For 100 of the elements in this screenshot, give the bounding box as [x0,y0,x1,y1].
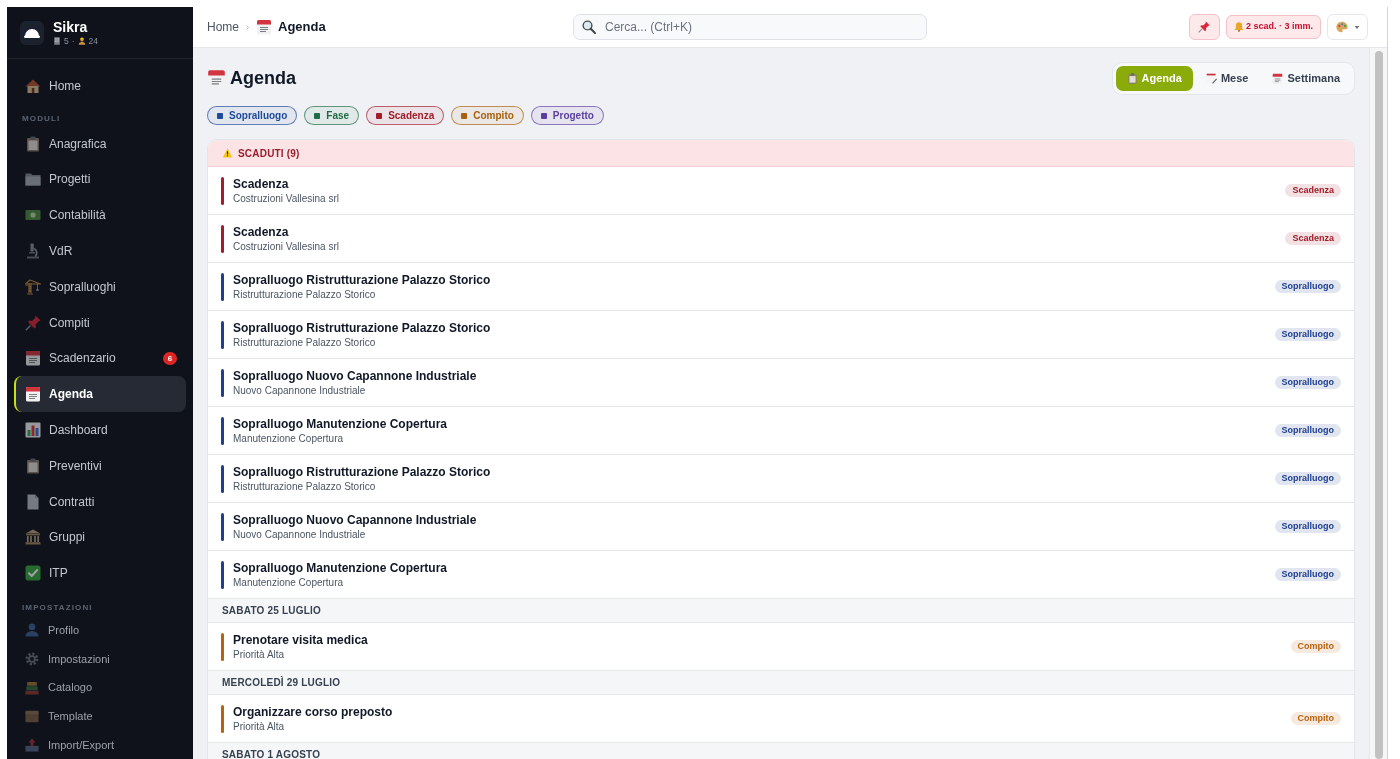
filter-chip[interactable]: Scadenza [366,106,445,125]
separator-dot: · [71,35,75,47]
clipboard-icon [25,135,41,152]
item-title: Organizzare corso preposto [233,704,394,720]
nav-item[interactable]: VdR [14,233,186,269]
item-subtitle: Ristrutturazione Palazzo Storico [233,479,377,493]
date-heading: SABATO 25 LUGLIO [208,599,1354,623]
nav-item[interactable]: Dashboard [14,412,186,448]
nav-item[interactable]: Home [14,68,186,104]
pin-button[interactable] [1188,14,1220,40]
brand-name: Sikra [53,18,89,36]
box-icon [25,709,39,724]
calendar-icon [1272,73,1284,84]
item-title: Sopralluogo Ristrutturazione Palazzo Storico [233,320,492,336]
nav-item[interactable]: Import/Export [14,730,186,759]
check-icon [25,565,41,582]
item-title: Sopralluogo Ristrutturazione Palazzo Storico [233,464,492,480]
nav-item[interactable]: Preventivi [14,447,186,484]
item-subtitle: Ristrutturazione Palazzo Storico [233,287,377,301]
type-tag: Sopralluogo [1274,520,1341,533]
calendar-icon [25,386,41,403]
item-title: Scadenza [233,176,290,192]
settings-icon [25,652,39,667]
nav-item[interactable]: Compiti [14,304,186,341]
search-icon [582,20,596,34]
nav-item[interactable]: Sopralluoghi [14,269,186,305]
view-tab[interactable]: Mese [1194,66,1260,91]
item-subtitle: Manutenzione Copertura [233,575,345,589]
pushpin-icon [25,314,41,331]
alerts-button[interactable]: 2 scad. · 3 imm. [1225,15,1321,39]
item-subtitle: Nuovo Capannone Industriale [233,527,367,541]
date-heading: MERCOLEDÌ 29 LUGLIO [208,671,1354,695]
item-subtitle: Nuovo Capannone Industriale [233,383,367,397]
microscope-icon [25,243,41,260]
item-title: Prenotare visita medica [233,632,369,648]
type-tag: Compito [1290,712,1341,725]
item-subtitle: Priorità Alta [233,647,286,661]
type-tag: Sopralluogo [1274,328,1341,341]
search-field[interactable]: Cerca... (Ctrl+K) [573,14,927,40]
hard-hat-logo-icon [20,20,44,45]
item-title: Sopralluogo Ristrutturazione Palazzo Storico [233,272,492,288]
books-icon [25,680,39,695]
nav-item[interactable]: Template [14,701,186,731]
calendar-pencil-icon [1205,73,1217,84]
filter-chip[interactable]: Compito [451,106,524,125]
item-title: Sopralluogo Manutenzione Copertura [233,416,448,432]
item-title: Sopralluogo Manutenzione Copertura [233,560,448,576]
breadcrumb-link[interactable]: Home [207,18,239,36]
worker-icon [77,37,86,45]
nav-item[interactable]: Profilo [14,616,186,645]
item-subtitle: Costruzioni Vallesina srl [233,191,340,205]
bell-icon [1233,22,1244,32]
columned-building-icon [25,529,41,546]
item-subtitle: Costruzioni Vallesina srl [233,239,340,253]
nav-item[interactable]: Contabilità [14,197,186,234]
office-building-icon [53,37,61,45]
nav-item[interactable]: Agenda [14,376,186,413]
view-tab[interactable]: Settimana [1261,66,1351,91]
scrollbar[interactable] [1374,51,1383,759]
nav-item[interactable]: Scadenzario 6 [14,340,186,377]
nav-item[interactable]: Gruppi [14,519,186,556]
nav-item[interactable]: Anagrafica [14,125,186,162]
section-heading: IMPOSTAZIONI [21,602,94,615]
stat-count: 24 [88,35,99,47]
item-subtitle: Manutenzione Copertura [233,431,345,445]
filter-chip[interactable]: Sopralluogo [207,106,298,125]
nav-item[interactable]: Catalogo [14,673,186,702]
count-badge: 6 [163,351,177,365]
item-subtitle: Ristrutturazione Palazzo Storico [233,335,377,349]
group-heading: SCADUTI (9) [238,146,300,161]
type-tag: Scadenza [1285,232,1341,245]
type-tag: Compito [1290,640,1341,653]
nav-item[interactable]: Impostazioni [14,644,186,674]
filter-chip[interactable]: Progetto [530,106,604,125]
caret-icon [1353,24,1360,30]
nav-item[interactable]: ITP [14,555,186,592]
theme-menu-button[interactable] [1327,14,1368,40]
clipboard-icon [1126,73,1138,84]
type-tag: Sopralluogo [1274,472,1341,485]
warning-icon [222,148,233,158]
page-title: Agenda [230,67,296,90]
date-heading: SABATO 1 AGOSTO [208,743,1354,759]
filter-chip[interactable]: Fase [304,106,360,125]
upload-tray-icon [25,737,39,752]
stat-count: 5 [64,35,69,47]
calendar-icon [256,19,272,35]
item-title: Scadenza [233,224,290,240]
pushpin-icon [1198,21,1211,33]
crane-icon [25,278,41,295]
breadcrumb-current: Agenda [278,18,326,37]
nav-item[interactable]: Progetti [14,161,186,198]
type-tag: Sopralluogo [1274,280,1341,293]
type-tag: Sopralluogo [1274,424,1341,437]
bar-chart-icon [25,422,41,439]
chevron-icon [245,23,250,31]
clipboard-icon [25,457,41,474]
item-title: Sopralluogo Nuovo Capannone Industriale [233,368,478,384]
house-icon [25,77,41,94]
nav-item[interactable]: Contratti [14,483,186,520]
palette-icon [1335,21,1348,33]
